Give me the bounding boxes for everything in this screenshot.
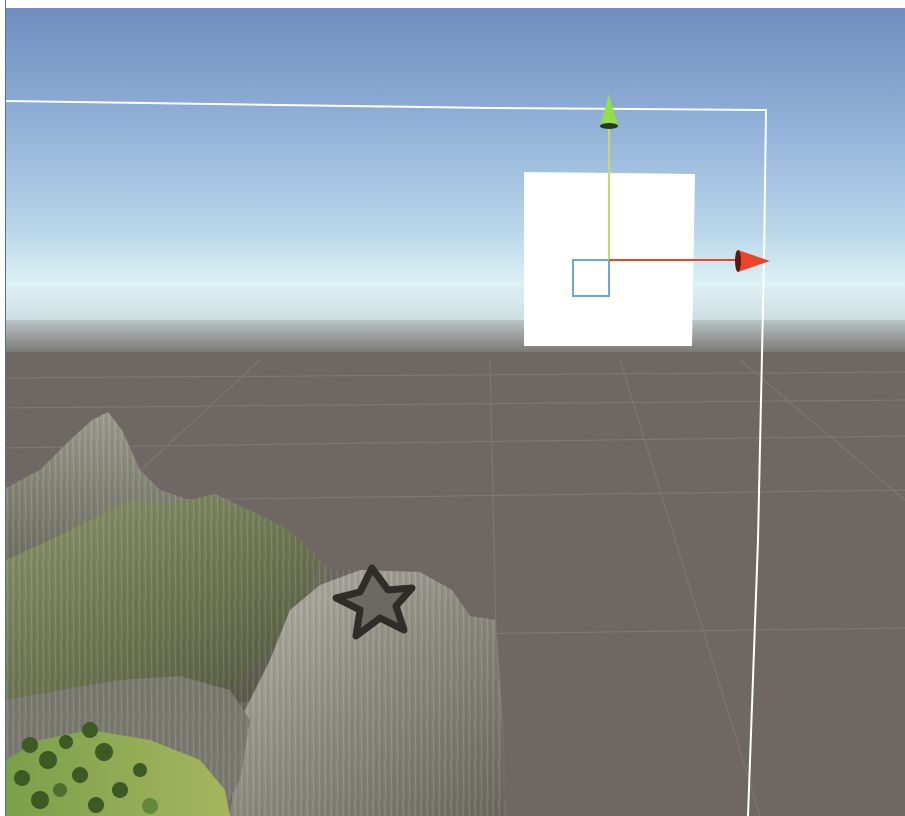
window-frame-top: [0, 0, 905, 8]
window-frame-left: [0, 0, 6, 816]
sky: [0, 0, 905, 330]
scene-viewport[interactable]: [0, 0, 905, 816]
scene-canvas[interactable]: [0, 0, 905, 816]
